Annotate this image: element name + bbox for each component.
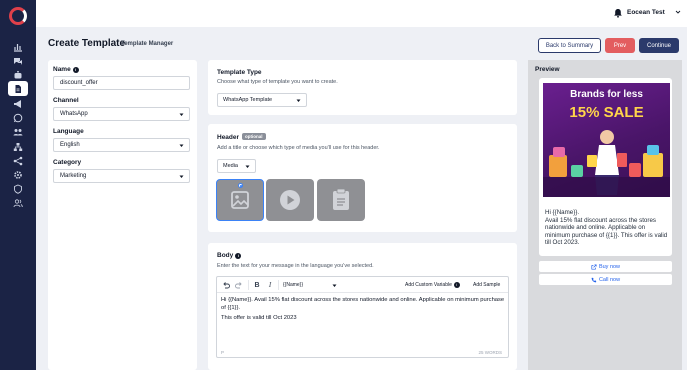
shield-icon[interactable] [8, 182, 28, 196]
settings-icon[interactable] [8, 168, 28, 182]
body-text-line-1[interactable]: Hi {{Name}}. Avail 15% flat discount acr… [221, 297, 505, 312]
share-icon[interactable] [8, 154, 28, 168]
body-title: Body i [217, 252, 242, 259]
editor-toolbar: B I {{Name}} Add Custom Variable i Add Sa… [217, 277, 508, 293]
header-description: Add a title or choose which type of medi… [217, 145, 380, 151]
toolbar-divider [278, 280, 279, 290]
shopping-illustration [543, 130, 670, 197]
optional-badge: optional [242, 133, 266, 140]
info-icon[interactable]: i [453, 282, 460, 288]
document-media-tile[interactable] [317, 179, 365, 221]
image-radio[interactable] [238, 183, 243, 188]
language-select[interactable]: English [53, 138, 190, 152]
category-value: Marketing [60, 173, 87, 179]
preview-message: Hi {{Name}}. Avail 15% flat discount acr… [545, 209, 670, 247]
add-sample-button[interactable]: Add Sample [473, 282, 500, 288]
users-icon[interactable] [8, 196, 28, 210]
caret-down-icon [179, 113, 184, 116]
external-link-icon [591, 263, 597, 270]
redo-icon[interactable] [235, 281, 243, 289]
caret-down-icon [179, 144, 184, 147]
italic-icon[interactable]: I [266, 281, 274, 289]
whatsapp-icon[interactable] [8, 111, 28, 125]
org-chart-icon[interactable] [8, 140, 28, 154]
call-now-button[interactable]: Call now [539, 274, 672, 285]
media-select-value: Media [223, 163, 238, 169]
promo-brand-text: Brands for less [570, 89, 643, 100]
header-title: Header optional [217, 133, 266, 141]
language-label: Language [53, 128, 84, 135]
caret-down-icon [179, 175, 184, 178]
preview-message-body: Avail 15% flat discount across the store… [545, 216, 668, 247]
caret-down-icon [245, 165, 250, 168]
page-title: Create Template [48, 38, 126, 49]
contacts-icon[interactable] [8, 125, 28, 139]
body-text-line-2[interactable]: This offer is valid till Oct 2023 [221, 315, 505, 323]
breadcrumb[interactable]: Template Manager [121, 41, 173, 47]
channel-label: Channel [53, 97, 79, 104]
chat-icon[interactable] [8, 54, 28, 68]
name-input[interactable]: discount_offer [53, 76, 190, 90]
category-label: Category [53, 159, 82, 166]
back-to-summary-button[interactable]: Back to Summary [538, 38, 601, 53]
body-description: Enter the text for your message in the l… [217, 263, 374, 269]
caret-down-icon [332, 284, 337, 287]
preview-message-greeting: Hi {{Name}}. [545, 209, 580, 216]
sidebar [0, 0, 36, 370]
top-bar [36, 0, 687, 27]
user-name[interactable]: Eocean Test [627, 9, 665, 16]
caret-down-icon [296, 99, 301, 102]
word-count: 25 WORDS [478, 350, 502, 355]
analytics-icon[interactable] [8, 40, 28, 54]
media-select[interactable]: Media [217, 159, 256, 173]
template-type-value: WhatsApp Template [223, 97, 273, 103]
channel-select[interactable]: WhatsApp [53, 107, 190, 121]
continue-button[interactable]: Continue [639, 38, 679, 53]
add-custom-variable-button[interactable]: Add Custom Variable i [405, 282, 460, 288]
video-media-tile[interactable] [266, 179, 314, 221]
toolbar-divider [248, 280, 249, 290]
notification-bell-icon[interactable] [613, 8, 623, 18]
language-value: English [60, 142, 80, 148]
info-icon[interactable]: i [235, 253, 242, 259]
bold-icon[interactable]: B [253, 281, 261, 289]
variable-select[interactable]: {{Name}} [283, 280, 337, 290]
info-icon[interactable]: i [72, 67, 79, 73]
phone-icon [591, 277, 597, 282]
template-type-description: Choose what type of template you want to… [217, 79, 338, 85]
video-icon [280, 190, 300, 210]
category-select[interactable]: Marketing [53, 169, 190, 183]
editor-element-path: P [221, 350, 225, 355]
undo-icon[interactable] [222, 281, 230, 289]
variable-select-value: {{Name}} [283, 282, 304, 288]
previous-button[interactable]: Prev [605, 38, 635, 53]
logo-icon[interactable] [9, 7, 27, 25]
promo-sale-text: 15% SALE [569, 104, 644, 121]
preview-title: Preview [535, 66, 560, 73]
promo-image: Brands for less 15% SALE [543, 83, 670, 197]
template-type-select[interactable]: WhatsApp Template [217, 93, 307, 107]
chevron-down-icon[interactable] [675, 9, 681, 15]
bot-icon[interactable] [8, 68, 28, 82]
templates-icon[interactable] [8, 81, 28, 96]
template-type-title: Template Type [217, 69, 262, 76]
channel-value: WhatsApp [60, 111, 88, 117]
image-icon [231, 191, 249, 209]
campaign-icon[interactable] [8, 97, 28, 111]
body-editor[interactable]: B I {{Name}} Add Custom Variable i Add Sa… [216, 276, 509, 358]
name-label: Name i [53, 66, 79, 73]
document-icon [333, 188, 349, 210]
buy-now-button[interactable]: Buy now [539, 261, 672, 272]
